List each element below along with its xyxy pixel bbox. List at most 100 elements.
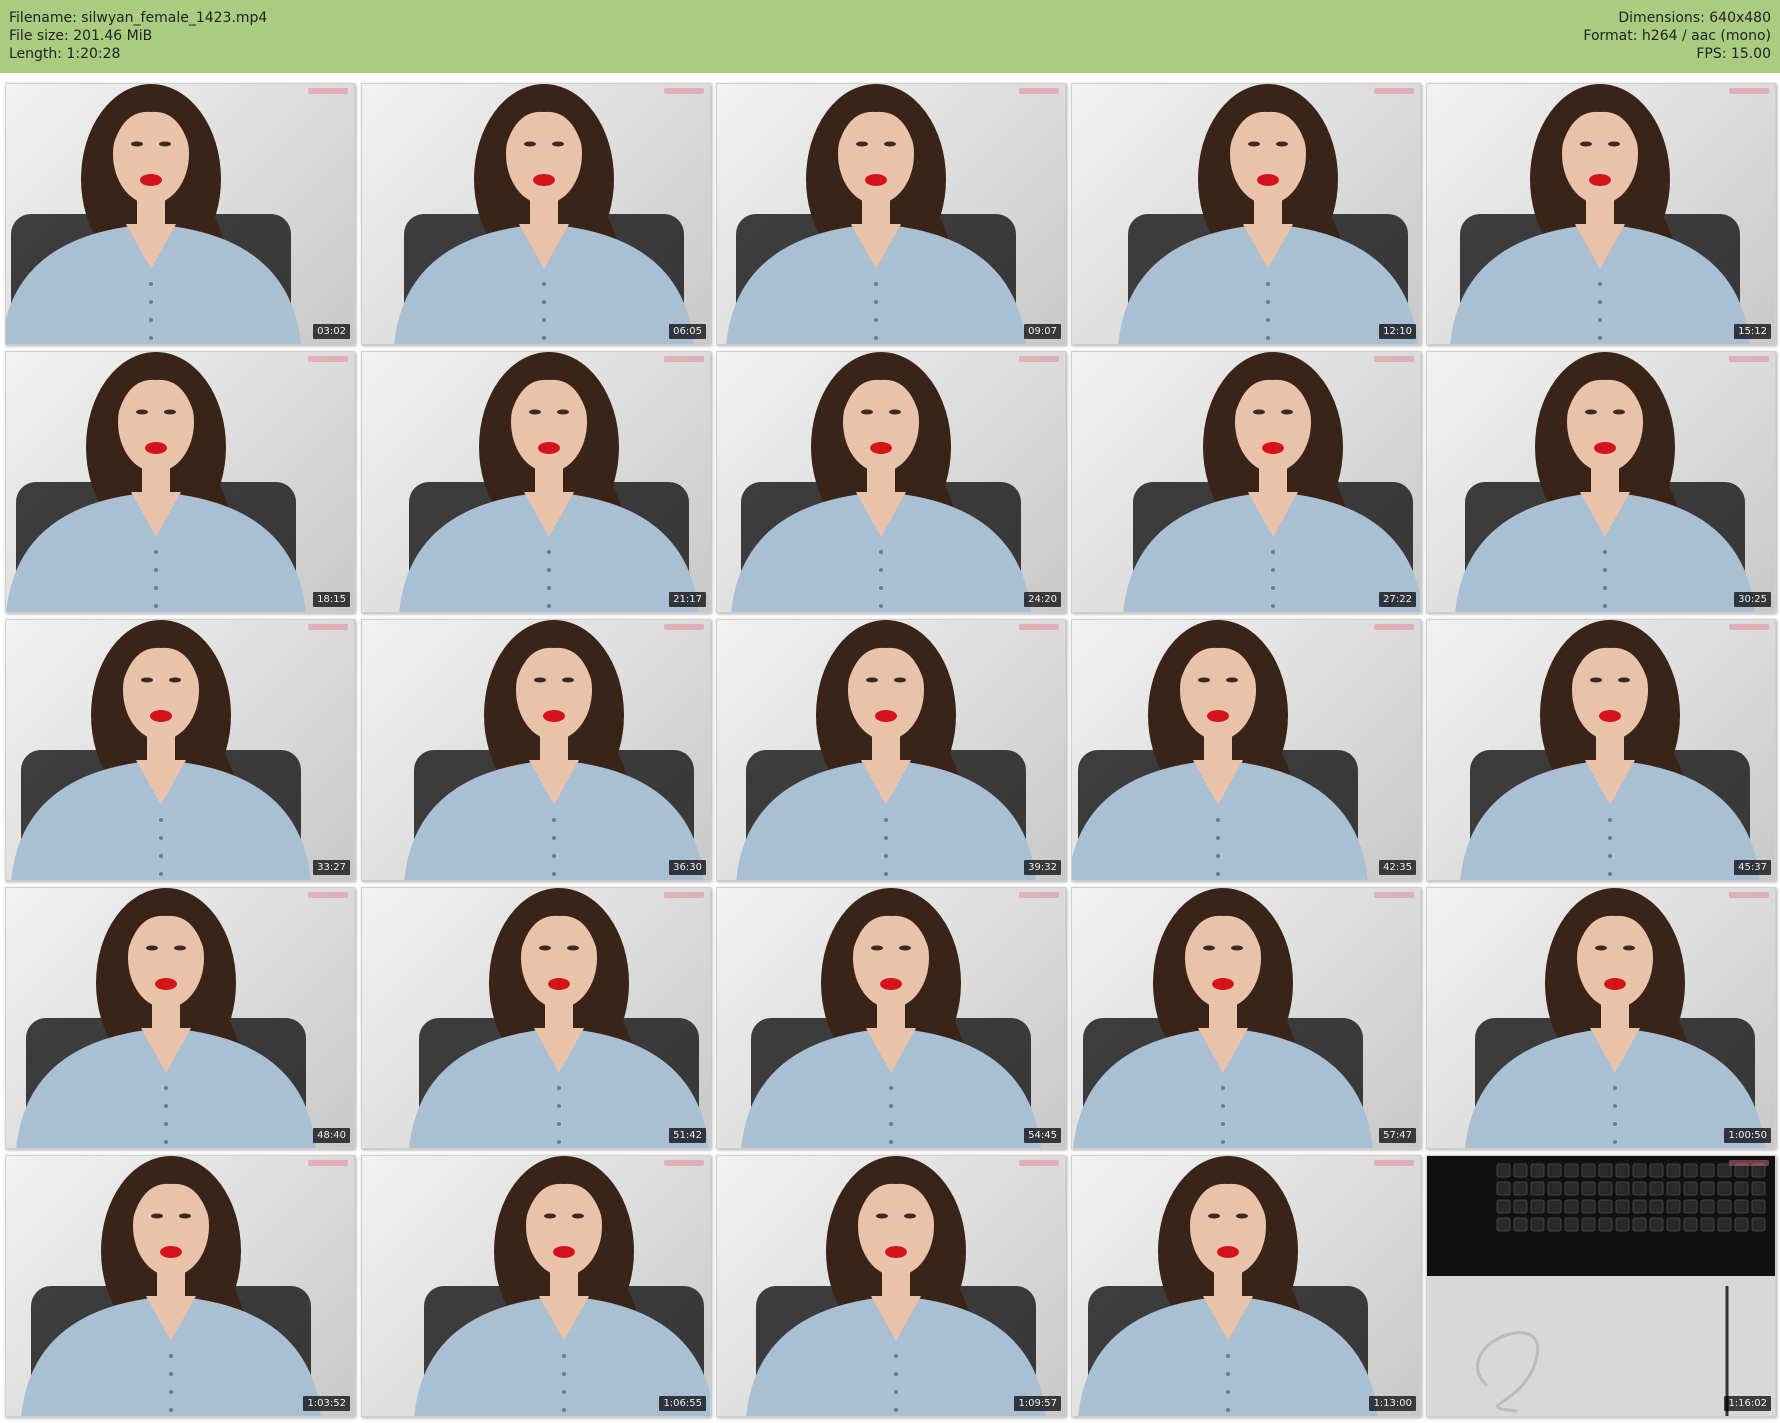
video-thumbnail: 57:47 (1071, 887, 1421, 1149)
video-frame-image (6, 84, 301, 344)
thumbnail-timestamp: 27:22 (1379, 592, 1416, 607)
thumbnail-timestamp: 1:06:55 (659, 1396, 706, 1411)
video-thumbnail: 1:03:52 (5, 1155, 355, 1417)
watermark (664, 624, 704, 630)
watermark (1729, 356, 1769, 362)
thumbnail-timestamp: 48:40 (313, 1128, 350, 1143)
video-thumbnail: 51:42 (361, 887, 711, 1149)
video-frame-image (741, 888, 1041, 1148)
video-frame-image (746, 1156, 1046, 1416)
video-frame-image (399, 352, 699, 612)
video-frame-image (414, 1156, 710, 1416)
filesize-label: File size: 201.46 MiB (9, 28, 153, 44)
watermark (1374, 892, 1414, 898)
filename-label: Filename: silwyan_female_1423.mp4 (9, 10, 268, 26)
file-info-right: Dimensions: 640x480 Format: h264 / aac (… (1583, 9, 1771, 63)
watermark (1019, 624, 1059, 630)
format-label: Format: h264 / aac (mono) (1583, 28, 1771, 44)
thumbnail-timestamp: 1:13:00 (1369, 1396, 1416, 1411)
thumbnail-timestamp: 1:03:52 (303, 1396, 350, 1411)
video-frame-image (731, 352, 1031, 612)
thumbnail-timestamp: 24:20 (1024, 592, 1061, 607)
thumbnail-timestamp: 42:35 (1379, 860, 1416, 875)
thumbnail-timestamp: 33:27 (313, 860, 350, 875)
video-frame-image (16, 888, 316, 1148)
watermark (1374, 356, 1414, 362)
watermark (1729, 88, 1769, 94)
watermark (1019, 1160, 1059, 1166)
video-thumbnail: 15:12 (1426, 83, 1776, 345)
video-frame-image (394, 84, 694, 344)
video-frame-image (726, 84, 1026, 344)
thumbnail-timestamp: 39:32 (1024, 860, 1061, 875)
thumbnail-timestamp: 1:09:57 (1014, 1396, 1061, 1411)
video-thumbnail: 1:06:55 (361, 1155, 711, 1417)
video-thumbnail: 21:17 (361, 351, 711, 613)
thumbnail-timestamp: 1:16:02 (1724, 1396, 1771, 1411)
watermark (1729, 892, 1769, 898)
video-frame-image (1465, 888, 1765, 1148)
thumbnail-timestamp: 21:17 (669, 592, 706, 607)
video-frame-image (1118, 84, 1418, 344)
video-thumbnail: 48:40 (5, 887, 355, 1149)
watermark (664, 1160, 704, 1166)
thumbnail-timestamp: 30:25 (1734, 592, 1771, 607)
file-info-left: Filename: silwyan_female_1423.mp4 File s… (9, 9, 267, 63)
video-thumbnail: 27:22 (1071, 351, 1421, 613)
watermark (1019, 892, 1059, 898)
video-frame-image (1073, 888, 1373, 1148)
thumbnail-timestamp: 51:42 (669, 1128, 706, 1143)
video-frame-image (1455, 352, 1755, 612)
video-frame-image (404, 620, 704, 880)
thumbnail-timestamp: 1:00:50 (1724, 1128, 1771, 1143)
watermark (308, 1160, 348, 1166)
video-thumbnail: 33:27 (5, 619, 355, 881)
video-thumbnail: 45:37 (1426, 619, 1776, 881)
thumbnail-timestamp: 45:37 (1734, 860, 1771, 875)
watermark (308, 892, 348, 898)
video-thumbnail: 54:45 (716, 887, 1066, 1149)
watermark (1729, 624, 1769, 630)
watermark (1729, 1160, 1769, 1166)
watermark (664, 88, 704, 94)
video-thumbnail: 1:09:57 (716, 1155, 1066, 1417)
video-thumbnail: 18:15 (5, 351, 355, 613)
video-thumbnail: 09:07 (716, 83, 1066, 345)
thumbnail-timestamp: 15:12 (1734, 324, 1771, 339)
video-frame-image (1072, 620, 1368, 880)
thumbnail-timestamp: 12:10 (1379, 324, 1416, 339)
watermark (1374, 1160, 1414, 1166)
thumbnail-timestamp: 57:47 (1379, 1128, 1416, 1143)
dimensions-label: Dimensions: 640x480 (1618, 10, 1771, 26)
thumbnail-timestamp: 36:30 (669, 860, 706, 875)
length-label: Length: 1:20:28 (9, 46, 121, 62)
video-thumbnail: 06:05 (361, 83, 711, 345)
watermark (664, 356, 704, 362)
video-frame-image (1460, 620, 1760, 880)
watermark (1374, 88, 1414, 94)
video-thumbnail: 36:30 (361, 619, 711, 881)
video-frame-image (1123, 352, 1420, 612)
video-frame-image (11, 620, 311, 880)
video-thumbnail: 1:00:50 (1426, 887, 1776, 1149)
watermark (664, 892, 704, 898)
video-frame-image (736, 620, 1036, 880)
video-thumbnail: 1:16:02 (1426, 1155, 1776, 1417)
video-frame-image (6, 352, 306, 612)
video-thumbnail: 39:32 (716, 619, 1066, 881)
watermark (1019, 356, 1059, 362)
video-frame-image (1427, 1156, 1775, 1416)
thumbnail-grid: 03:02 06:05 09:07 12:10 15:12 18:15 21:17 24:20… (0, 73, 1780, 1423)
video-frame-image (409, 888, 709, 1148)
video-thumbnail: 1:13:00 (1071, 1155, 1421, 1417)
watermark (1019, 88, 1059, 94)
file-info-header: Filename: silwyan_female_1423.mp4 File s… (0, 0, 1780, 73)
thumbnail-timestamp: 54:45 (1024, 1128, 1061, 1143)
video-frame-image (1078, 1156, 1378, 1416)
thumbnail-timestamp: 06:05 (669, 324, 706, 339)
video-frame-image (1450, 84, 1750, 344)
watermark (308, 624, 348, 630)
video-thumbnail: 42:35 (1071, 619, 1421, 881)
video-thumbnail: 30:25 (1426, 351, 1776, 613)
watermark (308, 356, 348, 362)
